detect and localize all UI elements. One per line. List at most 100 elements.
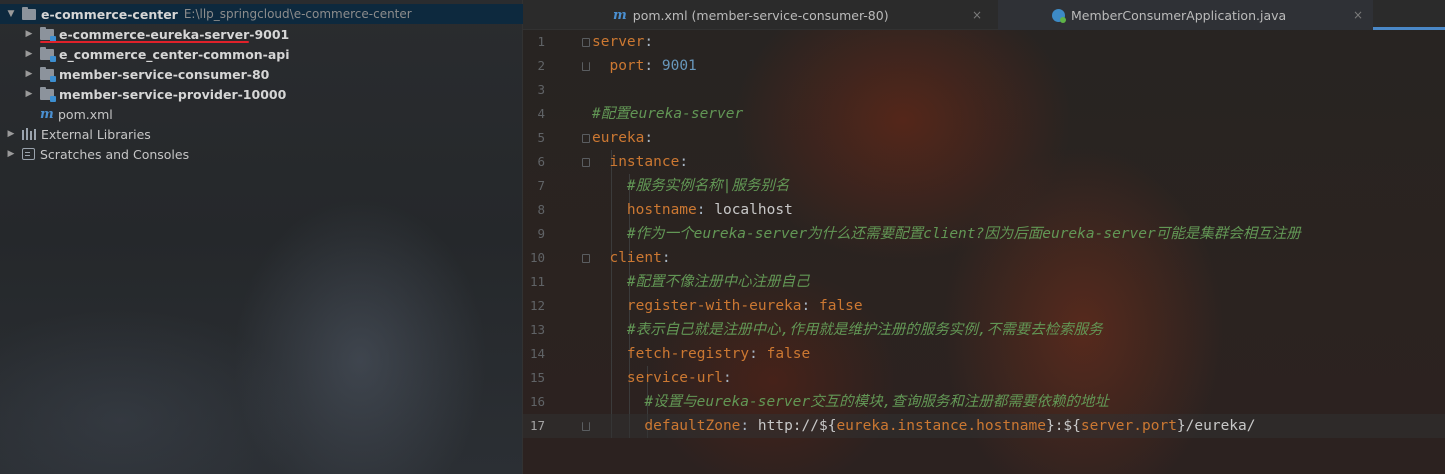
code-token: http://${ xyxy=(757,418,837,434)
code-token: #作为一个eureka-server为什么还需要配置client?因为后面eur… xyxy=(592,226,1301,242)
code-line-content: eureka: xyxy=(592,126,653,150)
code-line-content: defaultZone: http://${eureka.instance.ho… xyxy=(592,414,1256,438)
red-annotation-underline xyxy=(40,41,249,43)
tree-item-label: pom.xml xyxy=(58,106,113,122)
code-line[interactable]: service-url: xyxy=(523,366,1445,390)
code-token: }/eureka/ xyxy=(1176,418,1256,434)
tree-item-module-4[interactable]: ▶ member-service-provider-10000 xyxy=(0,84,523,104)
code-token: : xyxy=(644,58,662,74)
scratch-icon xyxy=(22,148,35,160)
code-token: eureka xyxy=(592,130,645,146)
library-icon xyxy=(22,128,36,140)
line-number: 8 xyxy=(537,202,545,217)
code-line[interactable]: register-with-eureka: false xyxy=(523,294,1445,318)
tree-root-e-commerce-center[interactable]: ▼ e-commerce-center E:\llp_springcloud\e… xyxy=(0,4,523,24)
code-token: : xyxy=(740,418,758,434)
fold-marker-icon[interactable] xyxy=(582,62,590,71)
code-line-content: #作为一个eureka-server为什么还需要配置client?因为后面eur… xyxy=(592,222,1301,246)
code-line-content: #服务实例名称|服务别名 xyxy=(592,174,789,198)
fold-marker-icon[interactable] xyxy=(582,158,590,167)
code-editor: m pom.xml (member-service-consumer-80) ×… xyxy=(523,0,1445,474)
tab-member-consumer-application[interactable]: MemberConsumerApplication.java × xyxy=(998,0,1373,30)
code-token: client xyxy=(592,250,662,266)
code-token: localhost xyxy=(714,202,793,218)
code-line[interactable]: #表示自己就是注册中心,作用就是维护注册的服务实例,不需要去检索服务 xyxy=(523,318,1445,342)
code-token: #表示自己就是注册中心,作用就是维护注册的服务实例,不需要去检索服务 xyxy=(592,322,1103,338)
code-line[interactable]: client: xyxy=(523,246,1445,270)
code-line[interactable] xyxy=(523,78,1445,102)
code-token: port xyxy=(592,58,645,74)
line-number: 17 xyxy=(529,418,545,433)
line-number: 15 xyxy=(529,370,545,385)
code-line-content: #表示自己就是注册中心,作用就是维护注册的服务实例,不需要去检索服务 xyxy=(592,318,1103,342)
collapse-arrow-icon[interactable]: ▶ xyxy=(24,69,34,79)
code-token: : xyxy=(644,34,654,50)
tab-label: pom.xml (member-service-consumer-80) xyxy=(632,7,889,23)
code-line[interactable]: #配置不像注册中心注册自己 xyxy=(523,270,1445,294)
fold-marker-icon[interactable] xyxy=(582,422,590,431)
code-token: eureka.instance.hostname xyxy=(836,418,1046,434)
fold-marker-icon[interactable] xyxy=(582,134,590,143)
line-number: 13 xyxy=(529,322,545,337)
line-number: 6 xyxy=(537,154,545,169)
code-token: false xyxy=(818,298,863,314)
code-line[interactable]: hostname: localhost xyxy=(523,198,1445,222)
code-line[interactable]: fetch-registry: false xyxy=(523,342,1445,366)
module-folder-icon xyxy=(40,26,56,42)
collapse-arrow-icon[interactable]: ▶ xyxy=(24,89,34,99)
expand-arrow-icon[interactable]: ▼ xyxy=(6,9,16,19)
tree-root-path: E:\llp_springcloud\e-commerce-center xyxy=(183,7,412,21)
code-line[interactable]: #作为一个eureka-server为什么还需要配置client?因为后面eur… xyxy=(523,222,1445,246)
tree-item-pom[interactable]: m pom.xml xyxy=(0,104,523,124)
fold-marker-icon[interactable] xyxy=(582,38,590,47)
tree-item-module-2[interactable]: ▶ e_commerce_center-common-api xyxy=(0,44,523,64)
tree-item-label: e_commerce_center-common-api xyxy=(59,46,290,62)
line-number: 16 xyxy=(529,394,545,409)
code-line-content: #设置与eureka-server交互的模块,查询服务和注册都需要依赖的地址 xyxy=(592,390,1109,414)
tree-root-label: e-commerce-center xyxy=(41,6,178,22)
code-line[interactable]: #服务实例名称|服务别名 xyxy=(523,174,1445,198)
line-number: 4 xyxy=(537,106,545,121)
code-token: : xyxy=(749,346,767,362)
close-icon[interactable]: × xyxy=(1353,8,1363,22)
code-token: : xyxy=(801,298,819,314)
tree-item-label: e-commerce-eureka-server-9001 xyxy=(59,26,290,42)
code-line[interactable]: #设置与eureka-server交互的模块,查询服务和注册都需要依赖的地址 xyxy=(523,390,1445,414)
code-line-content: instance: xyxy=(592,150,688,174)
code-line[interactable]: instance: xyxy=(523,150,1445,174)
line-number: 7 xyxy=(537,178,545,193)
line-number-gutter: 1 2 3 4 5 6 7 8 9 10 11 12 13 14 15 16 17 xyxy=(523,30,590,474)
tree-item-module-3[interactable]: ▶ member-service-consumer-80 xyxy=(0,64,523,84)
code-line[interactable]: eureka: xyxy=(523,126,1445,150)
module-folder-icon xyxy=(40,86,56,102)
code-token: register-with-eureka xyxy=(592,298,802,314)
code-token: : xyxy=(644,130,654,146)
maven-icon: m xyxy=(613,7,627,23)
line-number: 3 xyxy=(537,82,545,97)
collapse-arrow-icon[interactable]: ▶ xyxy=(24,49,34,59)
code-line-content: service-url: xyxy=(592,366,732,390)
code-line[interactable]: defaultZone: http://${eureka.instance.ho… xyxy=(523,414,1445,438)
code-line-content: fetch-registry: false xyxy=(592,342,810,366)
code-line[interactable]: port: 9001 xyxy=(523,54,1445,78)
code-line-content: port: 9001 xyxy=(592,54,696,78)
code-token: defaultZone xyxy=(592,418,741,434)
collapse-arrow-icon[interactable]: ▶ xyxy=(6,149,16,159)
code-line[interactable]: #配置eureka-server xyxy=(523,102,1445,126)
line-number: 11 xyxy=(529,274,545,289)
close-icon[interactable]: × xyxy=(972,8,982,22)
code-line[interactable]: server: xyxy=(523,30,1445,54)
collapse-arrow-icon[interactable]: ▶ xyxy=(24,29,34,39)
line-number: 10 xyxy=(529,250,545,265)
line-number: 9 xyxy=(537,226,545,241)
code-area[interactable]: server: port: 9001 #配置eureka-server eureka… xyxy=(523,30,1445,474)
tree-item-external-libraries[interactable]: ▶ External Libraries xyxy=(0,124,523,144)
collapse-arrow-icon[interactable]: ▶ xyxy=(6,129,16,139)
code-token: #服务实例名称|服务别名 xyxy=(592,178,790,194)
tab-pom-xml[interactable]: m pom.xml (member-service-consumer-80) × xyxy=(523,0,998,30)
tree-item-scratches[interactable]: ▶ Scratches and Consoles xyxy=(0,144,523,164)
code-token: fetch-registry xyxy=(592,346,750,362)
fold-marker-icon[interactable] xyxy=(582,254,590,263)
code-token: #设置与eureka-server交互的模块,查询服务和注册都需要依赖的地址 xyxy=(592,394,1109,410)
tab-overflow-area xyxy=(1373,0,1445,30)
